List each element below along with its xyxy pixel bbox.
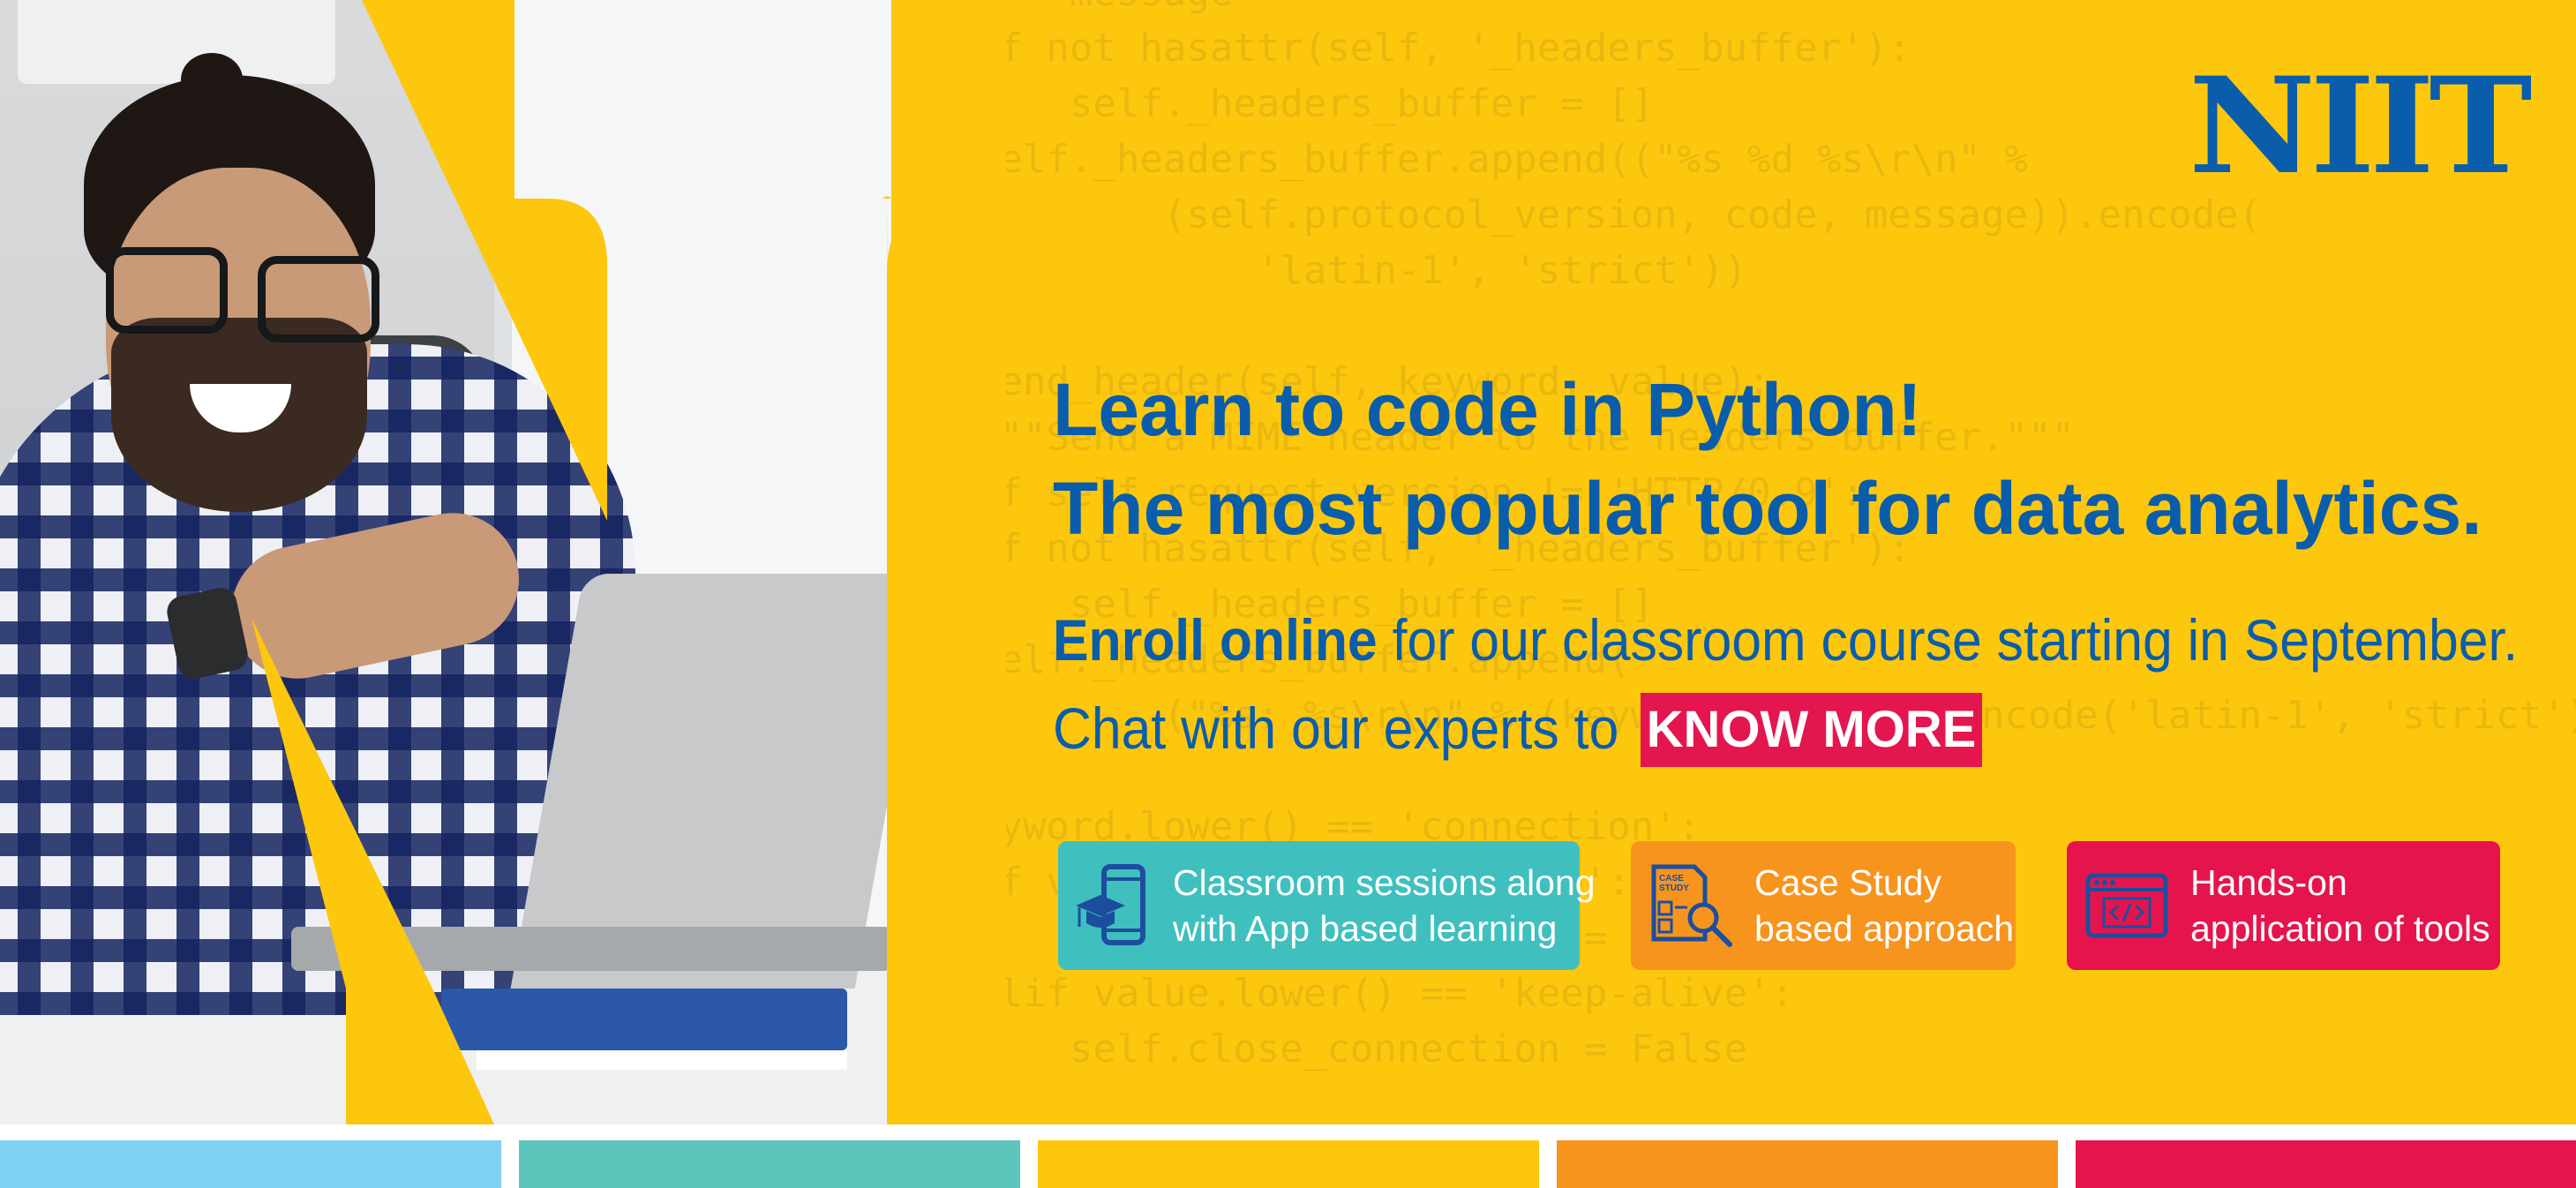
- enroll-rest: for our classroom course starting in Sep…: [1377, 607, 2519, 673]
- chat-text: Chat with our experts to: [1053, 696, 1619, 761]
- svg-text:CASESTUDY: CASE STUDY: [1659, 874, 1689, 893]
- enroll-online-emphasis: Enroll online: [1053, 607, 1378, 673]
- decorative-yellow-shapes: [252, 0, 891, 1124]
- mobile-graduation-icon: [1074, 861, 1153, 950]
- feature-card-case-study: CASE STUDY Case Study based approach: [1631, 841, 2016, 970]
- footer-stripe-red: [2076, 1140, 2576, 1188]
- footer-stripe-orange: [1557, 1140, 2058, 1188]
- feature-card-text: Classroom sessions along with App based …: [1173, 862, 1596, 949]
- promo-banner: message = if not hasattr(self, '_headers…: [0, 0, 2576, 1124]
- know-more-button[interactable]: KNOW MORE: [1641, 693, 1982, 767]
- footer-stripe-light-blue: [0, 1140, 501, 1188]
- headline: Learn to code in Python! The most popula…: [1053, 360, 2571, 558]
- hero-photo: [0, 0, 891, 1124]
- niit-logo: NIIT: [2189, 49, 2533, 204]
- case-study-search-icon: CASE STUDY: [1647, 861, 1735, 950]
- feature-card-classroom: Classroom sessions along with App based …: [1058, 841, 1596, 970]
- feature-card-hands-on: Hands-on application of tools: [2067, 841, 2500, 970]
- headline-line-1: Learn to code in Python!: [1053, 368, 1922, 451]
- headline-line-2: The most popular tool for data analytics…: [1053, 467, 2482, 550]
- enroll-text: Enroll online for our classroom course s…: [1053, 605, 2518, 675]
- code-window-icon: [2083, 861, 2171, 950]
- footer-stripe-teal: [519, 1140, 1020, 1188]
- feature-card-text: Hands-on application of tools: [2190, 862, 2490, 949]
- footer-stripe-yellow: [1038, 1140, 1539, 1188]
- feature-card-text: Case Study based approach: [1754, 862, 2015, 949]
- panel-edge: [887, 0, 1006, 1124]
